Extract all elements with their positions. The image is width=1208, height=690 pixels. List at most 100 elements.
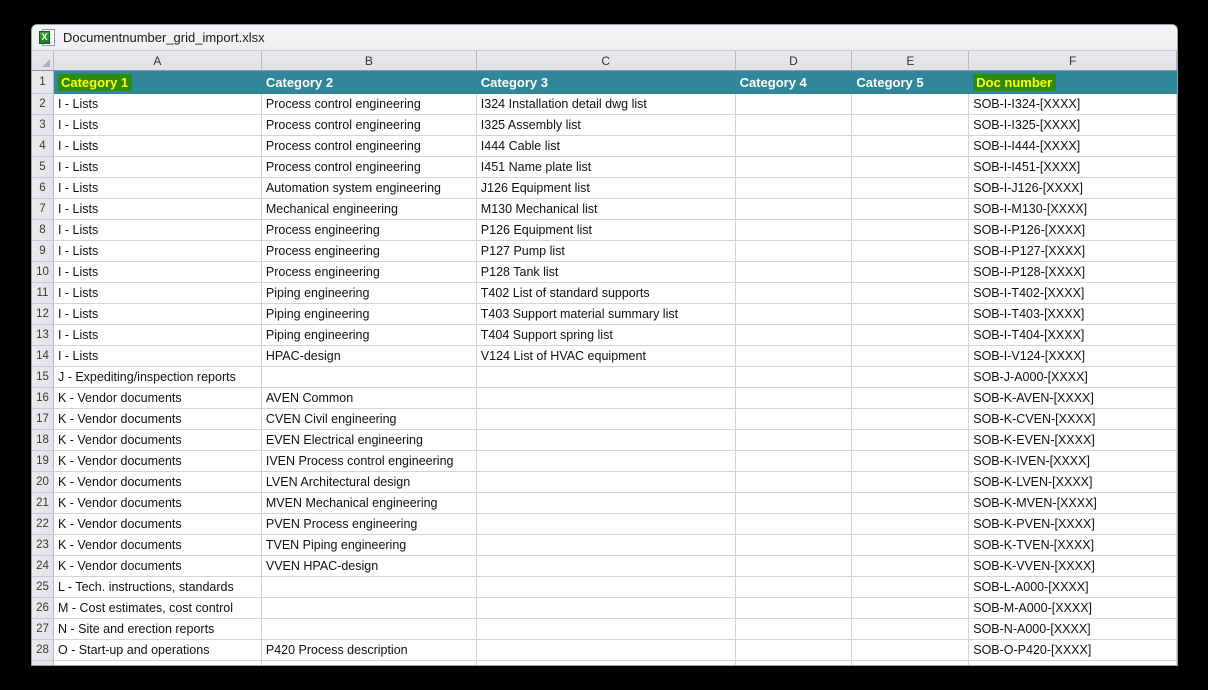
cell-c20[interactable] <box>476 472 735 493</box>
row-header-25[interactable]: 25 <box>32 577 53 598</box>
cell-d3[interactable] <box>735 115 852 136</box>
cell-b7[interactable]: Mechanical engineering <box>261 199 476 220</box>
cell-c24[interactable] <box>476 556 735 577</box>
cell-b11[interactable]: Piping engineering <box>261 283 476 304</box>
cell-d14[interactable] <box>735 346 852 367</box>
cell-f20[interactable]: SOB-K-LVEN-[XXXX] <box>969 472 1177 493</box>
cell-c23[interactable] <box>476 535 735 556</box>
column-header-d[interactable]: D <box>735 51 852 71</box>
cell-f25[interactable]: SOB-L-A000-[XXXX] <box>969 577 1177 598</box>
table-row[interactable]: 25L - Tech. instructions, standards SOB-L… <box>32 577 1177 598</box>
cell-b9[interactable]: Process engineering <box>261 241 476 262</box>
row-header-16[interactable]: 16 <box>32 388 53 409</box>
row-header-2[interactable]: 2 <box>32 94 53 115</box>
cell-c8[interactable]: P126 Equipment list <box>476 220 735 241</box>
table-row[interactable]: 26M - Cost estimates, cost controlSOB-M-… <box>32 598 1177 619</box>
cell-b16[interactable]: AVEN Common <box>261 388 476 409</box>
table-row[interactable]: 18K - Vendor documentsEVEN Electrical en… <box>32 430 1177 451</box>
row-header-9[interactable]: 9 <box>32 241 53 262</box>
row-header-14[interactable]: 14 <box>32 346 53 367</box>
cell-d7[interactable] <box>735 199 852 220</box>
cell-e21[interactable] <box>852 493 969 514</box>
cell-f5[interactable]: SOB-I-I451-[XXXX] <box>969 157 1177 178</box>
row-header-1[interactable]: 1 <box>32 71 53 94</box>
cell-d2[interactable] <box>735 94 852 115</box>
cell-b21[interactable]: MVEN Mechanical engineering <box>261 493 476 514</box>
cell-b25[interactable] <box>261 577 476 598</box>
cell-a26[interactable]: M - Cost estimates, cost control <box>53 598 261 619</box>
table-row[interactable]: 10I - ListsProcess engineeringP128 Tank … <box>32 262 1177 283</box>
cell-a13[interactable]: I - Lists <box>53 325 261 346</box>
column-header-c[interactable]: C <box>476 51 735 71</box>
cell-e28[interactable] <box>852 640 969 661</box>
cell-c22[interactable] <box>476 514 735 535</box>
cell-f27[interactable]: SOB-N-A000-[XXXX] <box>969 619 1177 640</box>
cell-d11[interactable] <box>735 283 852 304</box>
row-header-24[interactable]: 24 <box>32 556 53 577</box>
table-row[interactable]: 1 Category 1 Category 2 Category 3 Categ… <box>32 71 1177 94</box>
cell-a4[interactable]: I - Lists <box>53 136 261 157</box>
cell-a28[interactable]: O - Start-up and operations <box>53 640 261 661</box>
cell-b24[interactable]: VVEN HPAC-design <box>261 556 476 577</box>
cell-b1[interactable]: Category 2 <box>261 71 476 94</box>
table-row[interactable]: 22K - Vendor documentsPVEN Process engin… <box>32 514 1177 535</box>
cell-f9[interactable]: SOB-I-P127-[XXXX] <box>969 241 1177 262</box>
cell-c11[interactable]: T402 List of standard supports <box>476 283 735 304</box>
cell-e27[interactable] <box>852 619 969 640</box>
cell-f12[interactable]: SOB-I-T403-[XXXX] <box>969 304 1177 325</box>
cell-a3[interactable]: I - Lists <box>53 115 261 136</box>
row-header-7[interactable]: 7 <box>32 199 53 220</box>
table-row[interactable]: 17K - Vendor documentsCVEN Civil enginee… <box>32 409 1177 430</box>
cell-d26[interactable] <box>735 598 852 619</box>
row-header-13[interactable]: 13 <box>32 325 53 346</box>
cell-c16[interactable] <box>476 388 735 409</box>
row-header-4[interactable]: 4 <box>32 136 53 157</box>
row-header-5[interactable]: 5 <box>32 157 53 178</box>
cell-e20[interactable] <box>852 472 969 493</box>
cell-b23[interactable]: TVEN Piping engineering <box>261 535 476 556</box>
cell-f19[interactable]: SOB-K-IVEN-[XXXX] <box>969 451 1177 472</box>
cell-a25[interactable]: L - Tech. instructions, standards <box>53 577 261 598</box>
cell-e7[interactable] <box>852 199 969 220</box>
cell-b15[interactable] <box>261 367 476 388</box>
cell-d17[interactable] <box>735 409 852 430</box>
row-header-27[interactable]: 27 <box>32 619 53 640</box>
cell-d22[interactable] <box>735 514 852 535</box>
cell-e11[interactable] <box>852 283 969 304</box>
cell-b29[interactable]: P430 Instruction manual <box>261 661 476 667</box>
cell-f3[interactable]: SOB-I-I325-[XXXX] <box>969 115 1177 136</box>
cell-a5[interactable]: I - Lists <box>53 157 261 178</box>
row-header-12[interactable]: 12 <box>32 304 53 325</box>
cell-a23[interactable]: K - Vendor documents <box>53 535 261 556</box>
cell-c28[interactable] <box>476 640 735 661</box>
cell-a22[interactable]: K - Vendor documents <box>53 514 261 535</box>
cell-b26[interactable] <box>261 598 476 619</box>
table-row[interactable]: 15J - Expediting/inspection reportsSOB-J… <box>32 367 1177 388</box>
cell-d5[interactable] <box>735 157 852 178</box>
row-header-10[interactable]: 10 <box>32 262 53 283</box>
column-header-e[interactable]: E <box>852 51 969 71</box>
row-header-22[interactable]: 22 <box>32 514 53 535</box>
table-row[interactable]: 23K - Vendor documentsTVEN Piping engine… <box>32 535 1177 556</box>
cell-b22[interactable]: PVEN Process engineering <box>261 514 476 535</box>
cell-e23[interactable] <box>852 535 969 556</box>
cell-a24[interactable]: K - Vendor documents <box>53 556 261 577</box>
cell-f6[interactable]: SOB-I-J126-[XXXX] <box>969 178 1177 199</box>
column-header-f[interactable]: F <box>969 51 1177 71</box>
row-header-20[interactable]: 20 <box>32 472 53 493</box>
cell-e29[interactable] <box>852 661 969 667</box>
cell-c6[interactable]: J126 Equipment list <box>476 178 735 199</box>
cell-b5[interactable]: Process control engineering <box>261 157 476 178</box>
cell-e22[interactable] <box>852 514 969 535</box>
cell-e16[interactable] <box>852 388 969 409</box>
cell-d25[interactable] <box>735 577 852 598</box>
cell-a9[interactable]: I - Lists <box>53 241 261 262</box>
cell-e19[interactable] <box>852 451 969 472</box>
cell-e26[interactable] <box>852 598 969 619</box>
cell-a21[interactable]: K - Vendor documents <box>53 493 261 514</box>
row-header-11[interactable]: 11 <box>32 283 53 304</box>
cell-f10[interactable]: SOB-I-P128-[XXXX] <box>969 262 1177 283</box>
table-row[interactable]: 27N - Site and erection reportsSOB-N-A00… <box>32 619 1177 640</box>
cell-b6[interactable]: Automation system engineering <box>261 178 476 199</box>
cell-b3[interactable]: Process control engineering <box>261 115 476 136</box>
